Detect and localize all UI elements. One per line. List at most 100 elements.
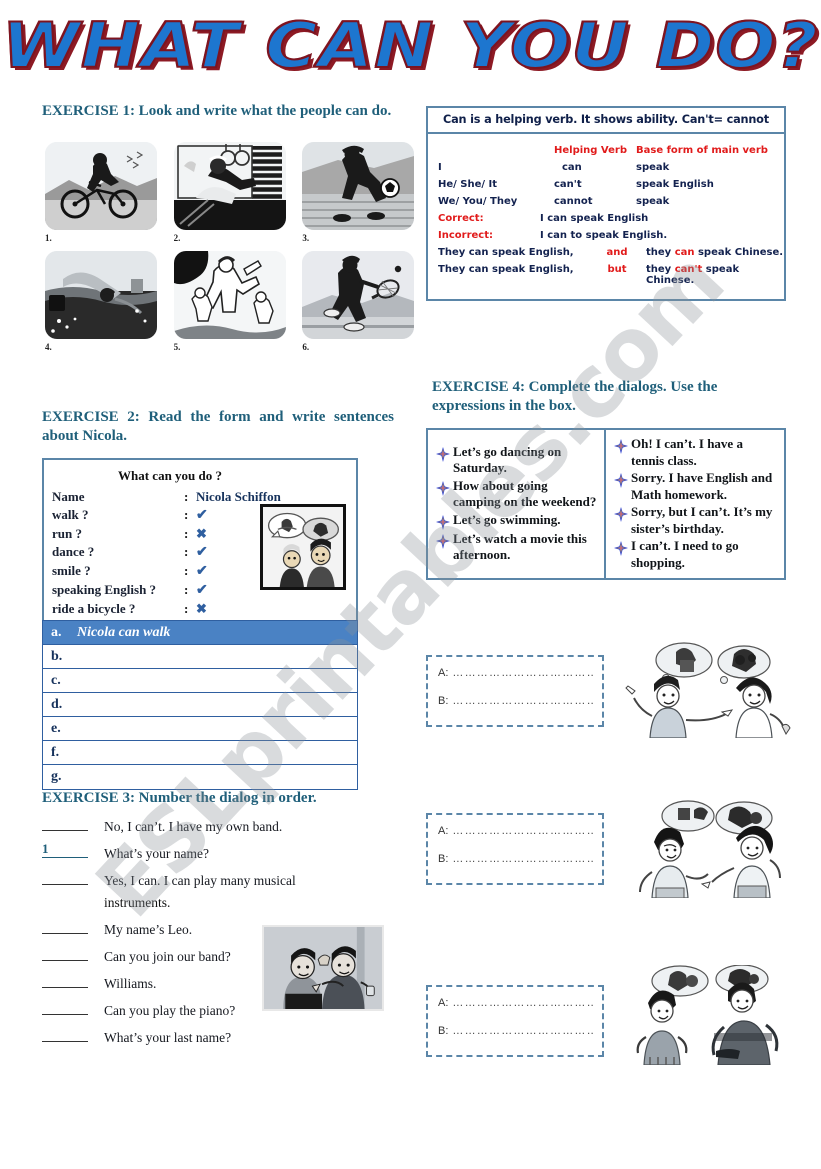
- order-blank[interactable]: [42, 872, 88, 885]
- sparkle-bullet-icon: [614, 507, 628, 522]
- page-title: WHAT CAN YOU DO?: [1, 9, 819, 82]
- form-title: What can you do ?: [117, 468, 223, 483]
- form-label: walk ?: [52, 507, 89, 522]
- dialog-line-b[interactable]: B: ………………………………: [438, 853, 594, 865]
- answer-row-b[interactable]: b.: [43, 645, 357, 669]
- dialog-line[interactable]: No, I can’t. I have my own band.: [42, 818, 402, 835]
- grammar-example-label: Incorrect:: [438, 230, 493, 241]
- expression-item: Let’s go dancing on Saturday.: [436, 444, 598, 477]
- form-label: smile ?: [52, 563, 91, 578]
- answer-row-a[interactable]: a. Nicola can walk: [43, 621, 357, 645]
- dialog-line[interactable]: What’s your last name?: [42, 1029, 402, 1046]
- order-blank[interactable]: [42, 1002, 88, 1015]
- grammar-box: Can is a helping verb. It shows ability.…: [426, 106, 786, 301]
- grammar-row: I can speak: [428, 159, 784, 176]
- picture-number: 3.: [302, 233, 310, 243]
- exercise-1-picture-4: 4.: [45, 251, 157, 352]
- dialog-line[interactable]: 1 What’s your name?: [42, 841, 402, 862]
- dialog-dots: ………………………………: [452, 667, 594, 679]
- expression-text: Let’s watch a movie this afternoon.: [453, 530, 587, 563]
- form-colon: :: [184, 544, 189, 559]
- order-blank[interactable]: [42, 1029, 88, 1042]
- dialog-answer-box-1[interactable]: A: ……………………………… B: ………………………………: [426, 655, 604, 727]
- expression-item: Sorry. I have English and Math homework.: [614, 470, 778, 503]
- grammar-clause-2: they can speak Chinese.: [646, 247, 784, 258]
- exercise-1-picture-1: 1.: [45, 142, 157, 243]
- order-blank-filled[interactable]: 1: [42, 841, 88, 858]
- dialog-line-a[interactable]: A: ………………………………: [438, 825, 594, 837]
- dialog-line-a[interactable]: A: ………………………………: [438, 667, 594, 679]
- dialog-speaker-a: A:: [438, 825, 449, 837]
- expression-text: Oh! I can’t. I have a tennis class.: [631, 436, 743, 468]
- grammar-header-col3: Base form of main verb: [636, 145, 768, 156]
- dialog-text: What’s your name?: [104, 846, 209, 861]
- dialog-line-a[interactable]: A: ………………………………: [438, 997, 594, 1009]
- answer-row-d[interactable]: d.: [43, 693, 357, 717]
- answer-letter: d.: [51, 696, 63, 712]
- form-colon: :: [184, 563, 189, 578]
- dialog-text: Yes, I can. I can play many musical: [104, 873, 296, 888]
- dialog-line[interactable]: Yes, I can. I can play many musical: [42, 872, 402, 889]
- karate-icon: [173, 251, 286, 339]
- grammar-clause-1: They can speak English,: [438, 264, 574, 275]
- grammar-main-verb: speak: [636, 162, 670, 173]
- answer-row-g[interactable]: g.: [43, 765, 357, 789]
- dialog-text: Can you join our band?: [104, 949, 231, 964]
- expression-text: Sorry. I have English and Math homework.: [631, 470, 773, 502]
- answer-letter: c.: [51, 672, 61, 688]
- grammar-helping-verb: can: [562, 162, 582, 173]
- exercise-2-heading: EXERCISE 2: Read the form and write sent…: [42, 409, 394, 444]
- grammar-example-text: I can to speak English.: [540, 230, 668, 241]
- two-kids-thinking-icon: [260, 504, 346, 590]
- grammar-header-row: Helping Verb Base form of main verb: [428, 142, 784, 159]
- sparkle-bullet-icon: [614, 541, 628, 556]
- grammar-example-correct: Correct: I can speak English: [428, 210, 784, 227]
- dialog-answer-box-2[interactable]: A: ……………………………… B: ………………………………: [426, 813, 604, 885]
- grammar-main-verb: speak: [636, 196, 670, 207]
- picture-number: 6.: [302, 342, 310, 352]
- answer-row-e[interactable]: e.: [43, 717, 357, 741]
- dialog-speaker-b: B:: [438, 853, 449, 865]
- dialog-text-continuation: instruments.: [104, 895, 171, 910]
- expression-text: I can’t. I need to go shopping.: [631, 538, 739, 570]
- expression-text: Let’s go dancing on Saturday.: [453, 443, 562, 476]
- sparkle-bullet-icon: [436, 446, 450, 462]
- dialog-text: Williams.: [104, 976, 157, 991]
- order-blank[interactable]: [42, 818, 88, 831]
- answer-row-f[interactable]: f.: [43, 741, 357, 765]
- answer-letter: a.: [51, 624, 62, 640]
- dialog-answer-box-3[interactable]: A: ……………………………… B: ………………………………: [426, 985, 604, 1057]
- girl-boy-talking-icon-3: [618, 965, 798, 1065]
- exercise-4-expressions-box: Let’s go dancing on Saturday. How about …: [426, 428, 786, 580]
- dialog-text: My name’s Leo.: [104, 922, 193, 937]
- cycling-icon: [45, 142, 157, 230]
- swimming-icon: [45, 251, 157, 339]
- grammar-example-text: I can speak English: [540, 213, 649, 224]
- answer-text: Nicola can walk: [77, 624, 171, 640]
- clause-2-pre: they: [646, 247, 675, 258]
- order-blank[interactable]: [42, 921, 88, 934]
- clause-2-highlight: can't: [674, 264, 703, 275]
- answer-row-c[interactable]: c.: [43, 669, 357, 693]
- expression-item: Oh! I can’t. I have a tennis class.: [614, 436, 778, 469]
- form-label: Name: [52, 489, 85, 504]
- form-row-ride-bicycle: ride a bicycle ? : ✖: [44, 600, 356, 618]
- grammar-header-col2: Helping Verb: [554, 145, 627, 156]
- order-blank[interactable]: [42, 975, 88, 988]
- sparkle-bullet-icon: [436, 514, 450, 530]
- dialog-dots: ………………………………: [452, 997, 594, 1009]
- answer-letter: e.: [51, 720, 61, 736]
- form-colon: :: [184, 526, 189, 541]
- order-blank[interactable]: [42, 948, 88, 961]
- grammar-box-title: Can is a helping verb. It shows ability.…: [428, 108, 784, 134]
- girls-talking-icon-1: [618, 638, 798, 738]
- check-icon: ✔: [196, 583, 208, 598]
- expression-item: I can’t. I need to go shopping.: [614, 538, 778, 571]
- dialog-speaker-a: A:: [438, 667, 449, 679]
- dialog-speaker-a: A:: [438, 997, 449, 1009]
- answer-letter: f.: [51, 744, 60, 760]
- dialog-line-b[interactable]: B: ………………………………: [438, 695, 594, 707]
- dialog-line-b[interactable]: B: ………………………………: [438, 1025, 594, 1037]
- check-icon: ✔: [196, 545, 208, 560]
- grammar-subject: He/ She/ It: [438, 179, 498, 190]
